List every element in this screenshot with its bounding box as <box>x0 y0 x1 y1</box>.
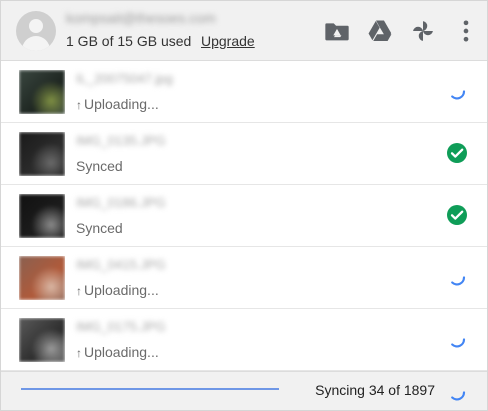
storage-quota: 1 GB of 15 GB used <box>66 33 192 49</box>
file-status-label: Synced <box>76 220 123 236</box>
sync-progress-bar <box>21 388 279 390</box>
file-status-label: Uploading... <box>84 96 159 112</box>
file-thumbnail <box>19 70 65 114</box>
google-photos-icon[interactable] <box>409 17 437 45</box>
account-header: kompsait@thesoes.com 1 GB of 15 GB used … <box>1 1 487 61</box>
syncing-spinner-icon <box>445 380 469 404</box>
sync-progress-fill <box>21 388 279 390</box>
avatar-body <box>22 36 50 51</box>
synced-check-icon <box>445 141 469 165</box>
account-email: kompsait@thesoes.com <box>66 10 216 26</box>
sync-status-text: Syncing 34 of 1897 <box>315 382 435 398</box>
file-thumbnail <box>19 318 65 362</box>
uploading-spinner-icon <box>445 265 469 289</box>
upload-arrow-icon: ↑ <box>76 346 82 360</box>
google-drive-icon[interactable] <box>366 17 394 45</box>
file-status: Synced <box>76 158 123 174</box>
file-row[interactable]: IMG_0175.JPG ↑ Uploading... <box>1 309 487 371</box>
uploading-spinner-icon <box>445 79 469 103</box>
file-name: IL_20075047.jpg <box>76 71 173 86</box>
upload-arrow-icon: ↑ <box>76 98 82 112</box>
file-thumbnail <box>19 132 65 176</box>
file-name: IMG_0175.JPG <box>76 319 166 334</box>
file-name: IMG_0135.JPG <box>76 133 166 148</box>
file-status: ↑ Uploading... <box>76 344 159 360</box>
file-status-label: Synced <box>76 158 123 174</box>
file-row[interactable]: IL_20075047.jpg ↑ Uploading... <box>1 61 487 123</box>
file-row[interactable]: IMG_0415.JPG ↑ Uploading... <box>1 247 487 309</box>
file-row[interactable]: IMG_0186.JPG Synced <box>1 185 487 247</box>
file-status: Synced <box>76 220 123 236</box>
file-row[interactable]: IMG_0135.JPG Synced <box>1 123 487 185</box>
file-thumbnail <box>19 194 65 238</box>
avatar-head <box>29 19 43 33</box>
file-list: IL_20075047.jpg ↑ Uploading... IMG_0135.JPG… <box>1 61 487 371</box>
uploading-spinner-icon <box>445 327 469 351</box>
file-status-label: Uploading... <box>84 282 159 298</box>
drive-folder-icon[interactable] <box>323 17 351 45</box>
backup-sync-panel: kompsait@thesoes.com 1 GB of 15 GB used … <box>0 0 488 411</box>
more-vert-icon[interactable] <box>452 17 480 45</box>
file-name: IMG_0186.JPG <box>76 195 166 210</box>
file-status-label: Uploading... <box>84 344 159 360</box>
upload-arrow-icon: ↑ <box>76 284 82 298</box>
file-name: IMG_0415.JPG <box>76 257 166 272</box>
file-thumbnail <box>19 256 65 300</box>
file-status: ↑ Uploading... <box>76 282 159 298</box>
avatar[interactable] <box>16 11 56 51</box>
synced-check-icon <box>445 203 469 227</box>
upgrade-link[interactable]: Upgrade <box>201 33 255 49</box>
sync-footer: Syncing 34 of 1897 <box>1 371 487 410</box>
file-status: ↑ Uploading... <box>76 96 159 112</box>
